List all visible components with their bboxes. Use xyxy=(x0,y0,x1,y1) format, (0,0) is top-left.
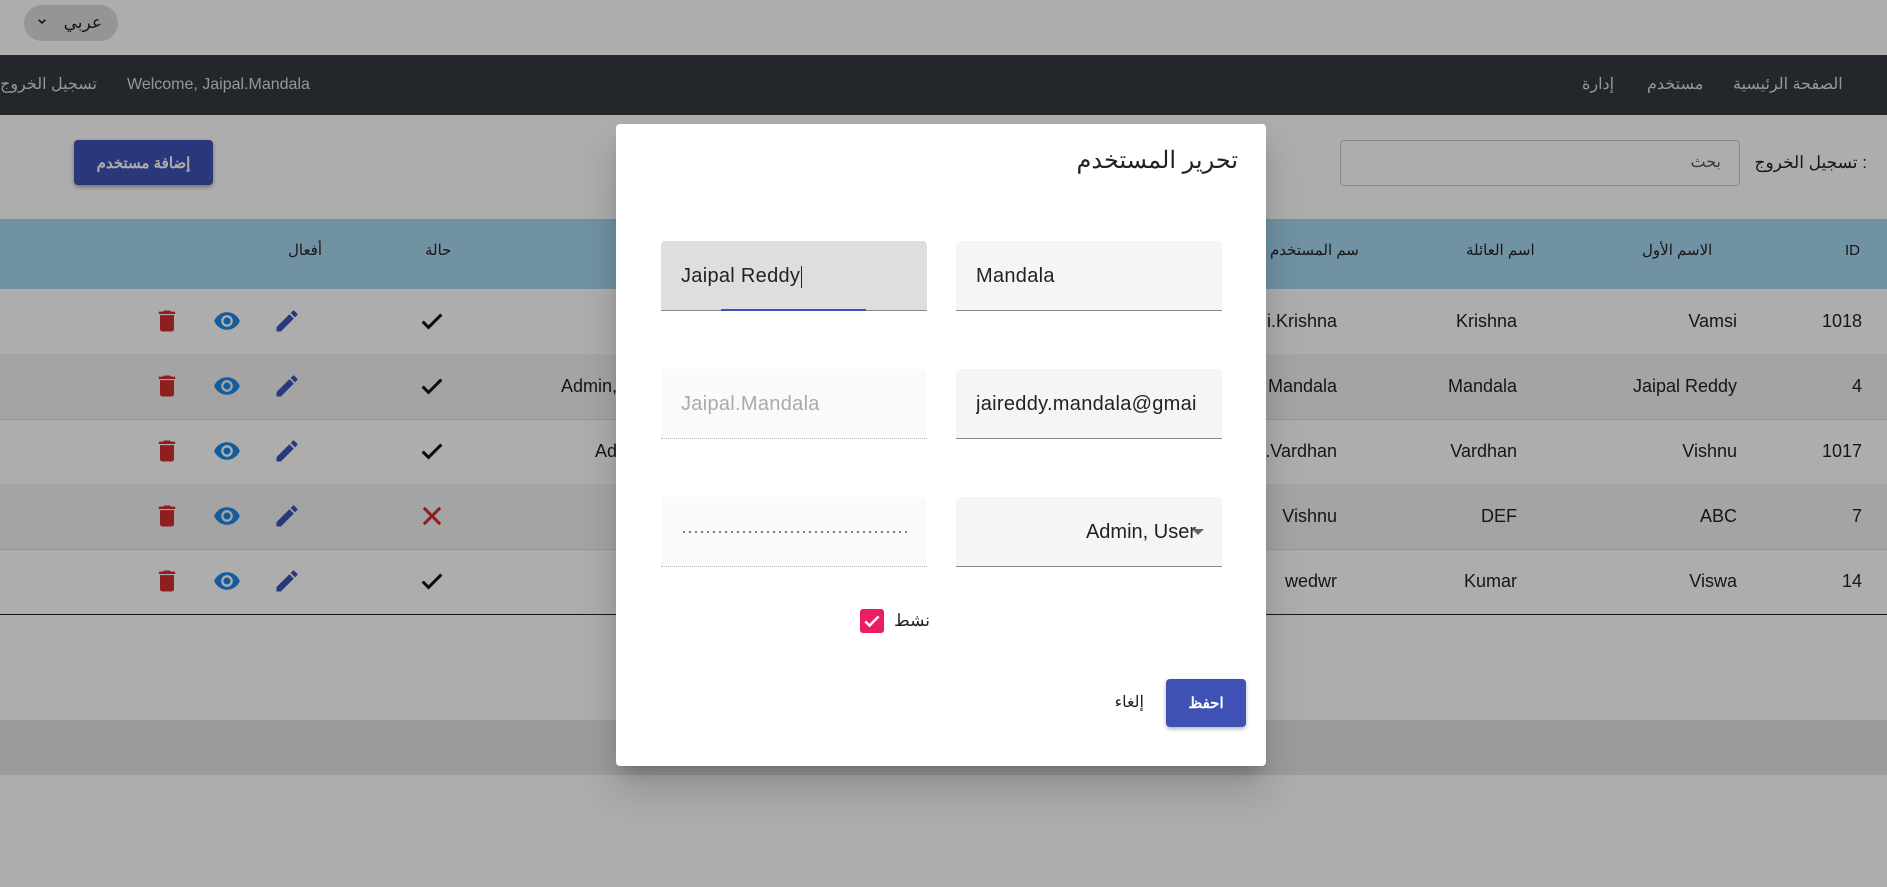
edit-user-dialog: تحرير المستخدم Jaipal Reddy Mandala Jaip… xyxy=(616,124,1266,766)
roles-select[interactable]: Admin, User xyxy=(956,497,1222,567)
check-icon xyxy=(864,615,880,628)
username-field: Jaipal.Mandala xyxy=(661,369,927,439)
password-field[interactable] xyxy=(661,497,927,567)
focus-underline xyxy=(721,309,866,311)
dropdown-arrow-icon xyxy=(1192,529,1204,535)
dialog-title: تحرير المستخدم xyxy=(1076,147,1238,174)
active-checkbox[interactable] xyxy=(860,609,884,633)
text-caret xyxy=(801,265,803,288)
family-name-value: Mandala xyxy=(976,265,1055,287)
email-value: jaireddy.mandala@gmai xyxy=(976,393,1197,415)
first-name-field[interactable]: Jaipal Reddy xyxy=(661,241,927,311)
roles-select-value: Admin, User xyxy=(1085,521,1196,543)
first-name-value: Jaipal Reddy xyxy=(681,265,801,287)
cancel-button[interactable]: إلغاء xyxy=(1115,679,1144,727)
active-label: نشط xyxy=(894,611,931,630)
family-name-field[interactable]: Mandala xyxy=(956,241,1222,311)
email-field[interactable]: jaireddy.mandala@gmai xyxy=(956,369,1222,439)
password-mask xyxy=(681,531,909,533)
username-value: Jaipal.Mandala xyxy=(681,393,820,415)
save-button[interactable]: احفظ xyxy=(1166,679,1246,727)
